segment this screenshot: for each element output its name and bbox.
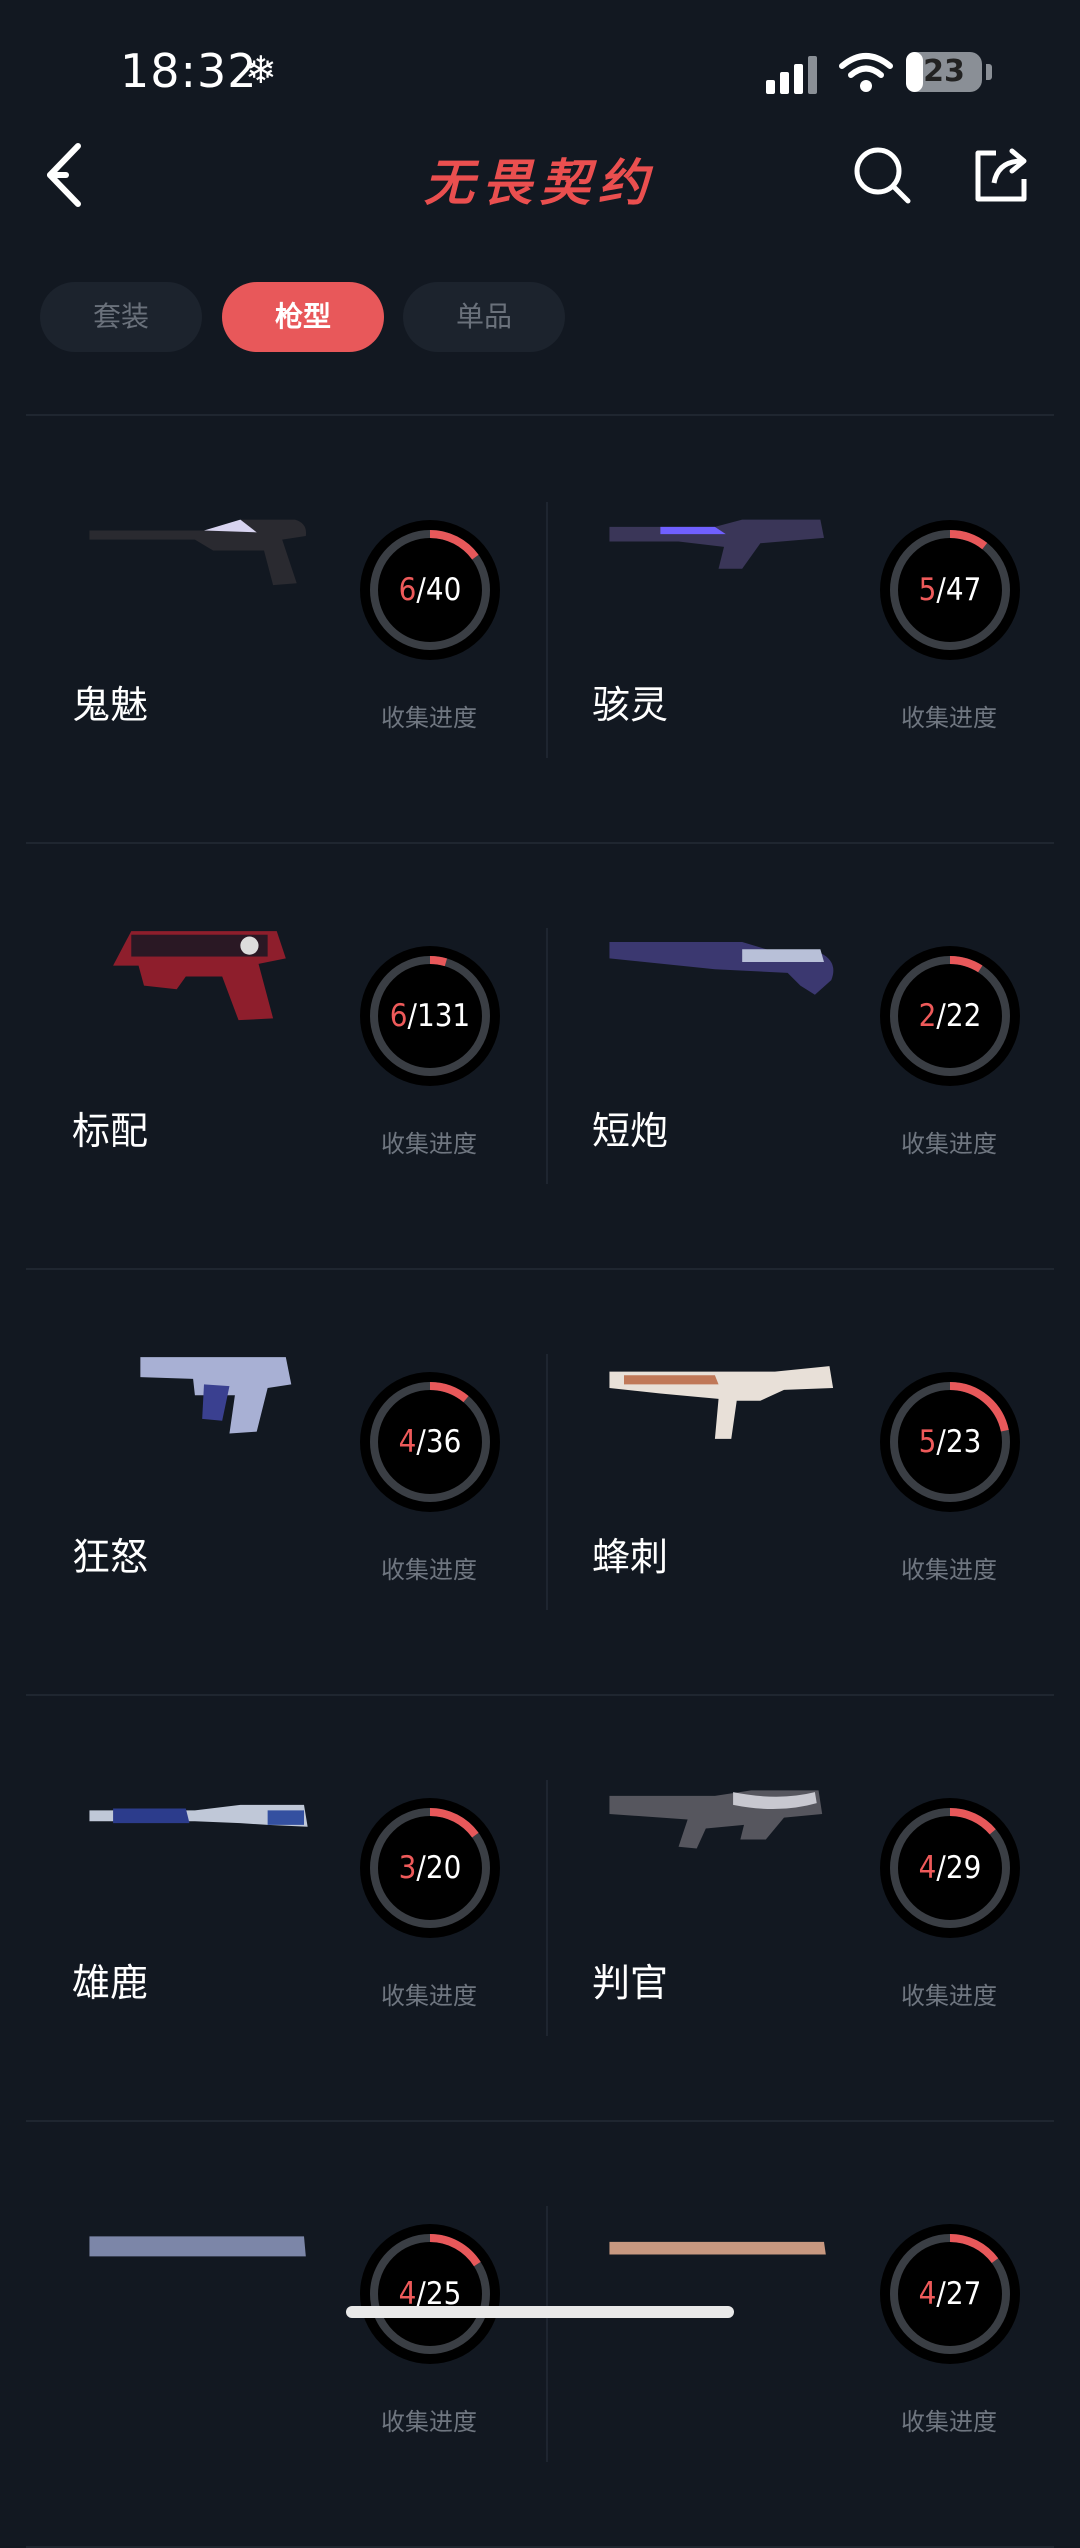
weapon-card[interactable]: 骇灵 5/47 收集进度 — [546, 416, 1058, 842]
weapon-card[interactable]: 蜂刺 5/23 收集进度 — [546, 1268, 1058, 1694]
collection-progress-ring: 6/40 — [360, 520, 500, 660]
progress-label: 收集进度 — [901, 1556, 997, 1584]
collection-progress-ring: 2/22 — [880, 946, 1020, 1086]
collection-progress-ring: 5/47 — [880, 520, 1020, 660]
collection-progress-ring: 4/29 — [880, 1798, 1020, 1938]
weapon-card[interactable]: 4/27 收集进度 — [546, 2120, 1058, 2546]
snowflake-icon: ❄ — [245, 48, 277, 92]
collection-progress-ring: 6/131 — [360, 946, 500, 1086]
weapon-card[interactable]: 狂怒 4/36 收集进度 — [26, 1268, 538, 1694]
total-count: 36 — [425, 1424, 462, 1460]
collected-count: 2 — [918, 998, 937, 1034]
progress-label: 收集进度 — [901, 704, 997, 732]
weapon-skin-image — [89, 2236, 306, 2257]
weapon-skin-image — [89, 519, 307, 586]
tab-suits[interactable]: 套装 — [40, 282, 202, 352]
status-time: 18:32 — [120, 44, 258, 98]
weapon-skin-image — [609, 1790, 823, 1849]
collection-progress-ring: 4/25 — [360, 2224, 500, 2364]
share-icon[interactable] — [970, 145, 1032, 205]
collected-count: 6 — [398, 572, 417, 608]
collected-count: 5 — [918, 1424, 937, 1460]
total-count: 40 — [425, 572, 462, 608]
weapon-name: 骇灵 — [592, 683, 669, 727]
total-count: 131 — [416, 998, 471, 1034]
tab-single-items[interactable]: 单品 — [403, 282, 565, 352]
total-count: 20 — [425, 1850, 462, 1886]
progress-label: 收集进度 — [381, 1982, 477, 2010]
wifi-icon — [839, 53, 893, 92]
total-count: 29 — [945, 1850, 982, 1886]
total-count: 23 — [945, 1424, 982, 1460]
weapon-card[interactable]: 短炮 2/22 收集进度 — [546, 842, 1058, 1268]
weapon-card[interactable]: 判官 4/29 收集进度 — [546, 1694, 1058, 2120]
collection-progress-ring: 4/27 — [880, 2224, 1020, 2364]
weapon-name: 雄鹿 — [72, 1961, 149, 2005]
search-icon[interactable] — [852, 145, 912, 205]
collected-count: 3 — [398, 1850, 417, 1886]
weapon-card[interactable]: 4/25 收集进度 — [26, 2120, 538, 2546]
progress-label: 收集进度 — [901, 1130, 997, 1158]
weapon-skin-image — [609, 519, 824, 569]
brand-logo: 无畏契约 — [424, 154, 656, 212]
progress-label: 收集进度 — [381, 1130, 477, 1158]
progress-label: 收集进度 — [901, 2408, 997, 2436]
weapon-name: 蜂刺 — [592, 1535, 669, 1579]
weapon-name: 狂怒 — [72, 1535, 149, 1579]
total-count: 47 — [945, 572, 982, 608]
collection-progress-ring: 3/20 — [360, 1798, 500, 1938]
progress-label: 收集进度 — [381, 1556, 477, 1584]
weapon-card[interactable]: 雄鹿 3/20 收集进度 — [26, 1694, 538, 2120]
home-indicator[interactable] — [346, 2306, 734, 2318]
weapon-card[interactable]: 鬼魅 6/40 收集进度 — [26, 416, 538, 842]
weapon-card[interactable]: 标配 6/131 收集进度 — [26, 842, 538, 1268]
tab-weapon-types[interactable]: 枪型 — [222, 282, 384, 352]
weapon-skin-image — [140, 1357, 292, 1434]
weapon-skin-image — [609, 942, 834, 995]
weapon-name: 短炮 — [592, 1109, 669, 1153]
weapon-skin-image — [89, 1804, 308, 1827]
collected-count: 4 — [398, 1424, 417, 1460]
progress-label: 收集进度 — [381, 704, 477, 732]
battery-level: 23 — [923, 54, 965, 89]
progress-label: 收集进度 — [381, 2408, 477, 2436]
total-count: 22 — [945, 998, 982, 1034]
status-bar: 18:32 ❄ 23 — [0, 0, 1080, 140]
collection-progress-ring: 5/23 — [880, 1372, 1020, 1512]
cellular-signal-icon — [766, 56, 820, 94]
collected-count: 6 — [389, 998, 408, 1034]
weapon-skin-image — [609, 2241, 826, 2255]
progress-label: 收集进度 — [901, 1982, 997, 2010]
battery-icon: 23 — [906, 52, 982, 92]
weapon-skin-image — [113, 931, 286, 1021]
weapon-skin-image — [609, 1366, 834, 1439]
collection-progress-ring: 4/36 — [360, 1372, 500, 1512]
collected-count: 5 — [918, 572, 937, 608]
weapon-name: 判官 — [592, 1961, 669, 2005]
battery-tip — [986, 64, 992, 80]
collected-count: 4 — [918, 2276, 937, 2312]
collected-count: 4 — [918, 1850, 937, 1886]
weapon-name: 鬼魅 — [72, 683, 149, 727]
total-count: 27 — [945, 2276, 982, 2312]
weapon-name: 标配 — [72, 1109, 149, 1153]
